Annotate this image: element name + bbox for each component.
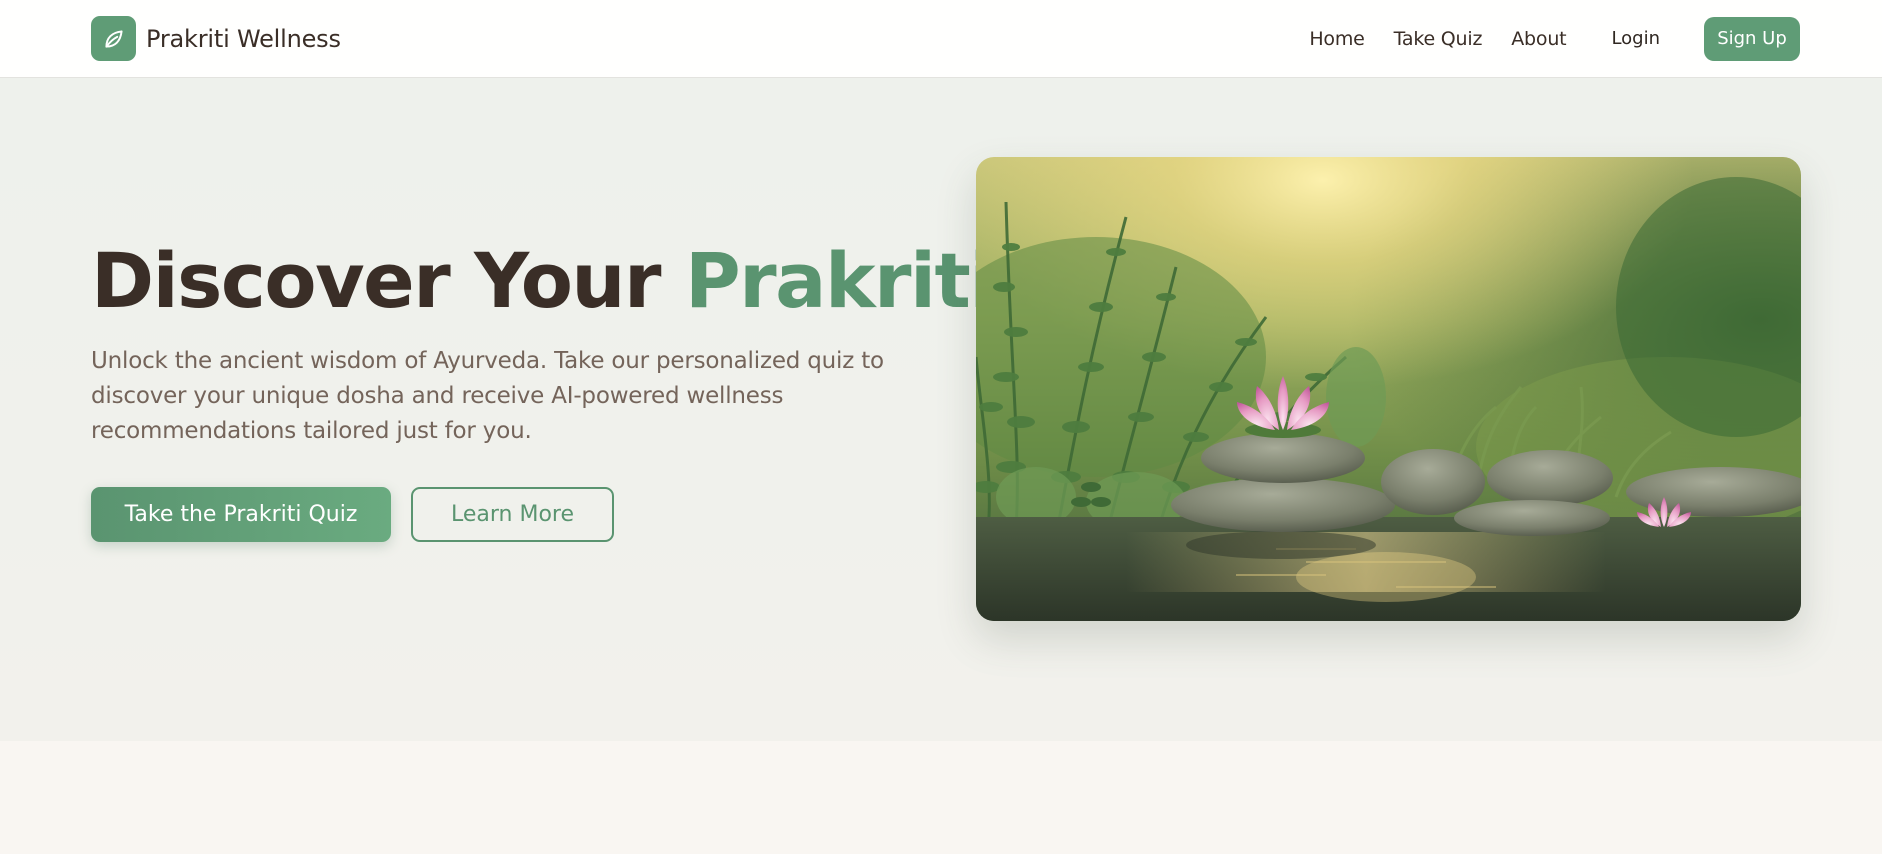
hero-section: Discover Your Prakriti Unlock the ancien… xyxy=(0,78,1882,741)
hero-title: Discover Your Prakriti xyxy=(91,236,995,325)
brand-name: Prakriti Wellness xyxy=(146,24,341,53)
lotus-stones-illustration xyxy=(976,157,1801,621)
top-navbar: Prakriti Wellness Home Take Quiz About L… xyxy=(0,0,1882,78)
nav-link-about[interactable]: About xyxy=(1511,28,1566,50)
learn-more-button[interactable]: Learn More xyxy=(411,487,614,542)
hero-description: Unlock the ancient wisdom of Ayurveda. T… xyxy=(91,348,884,444)
take-quiz-button[interactable]: Take the Prakriti Quiz xyxy=(91,487,391,542)
nav-link-home[interactable]: Home xyxy=(1309,28,1365,50)
hero-image xyxy=(976,157,1801,621)
main-nav: Home Take Quiz About Login Sign Up xyxy=(1309,16,1800,61)
brand[interactable]: Prakriti Wellness xyxy=(91,16,341,61)
login-button[interactable]: Login xyxy=(1611,28,1660,49)
signup-button[interactable]: Sign Up xyxy=(1704,16,1800,61)
nav-link-take-quiz[interactable]: Take Quiz xyxy=(1394,28,1483,50)
hero-title-main: Discover Your xyxy=(91,236,685,325)
leaf-icon xyxy=(91,16,136,61)
hero-title-accent: Prakriti xyxy=(684,236,995,325)
lower-section xyxy=(0,741,1882,854)
